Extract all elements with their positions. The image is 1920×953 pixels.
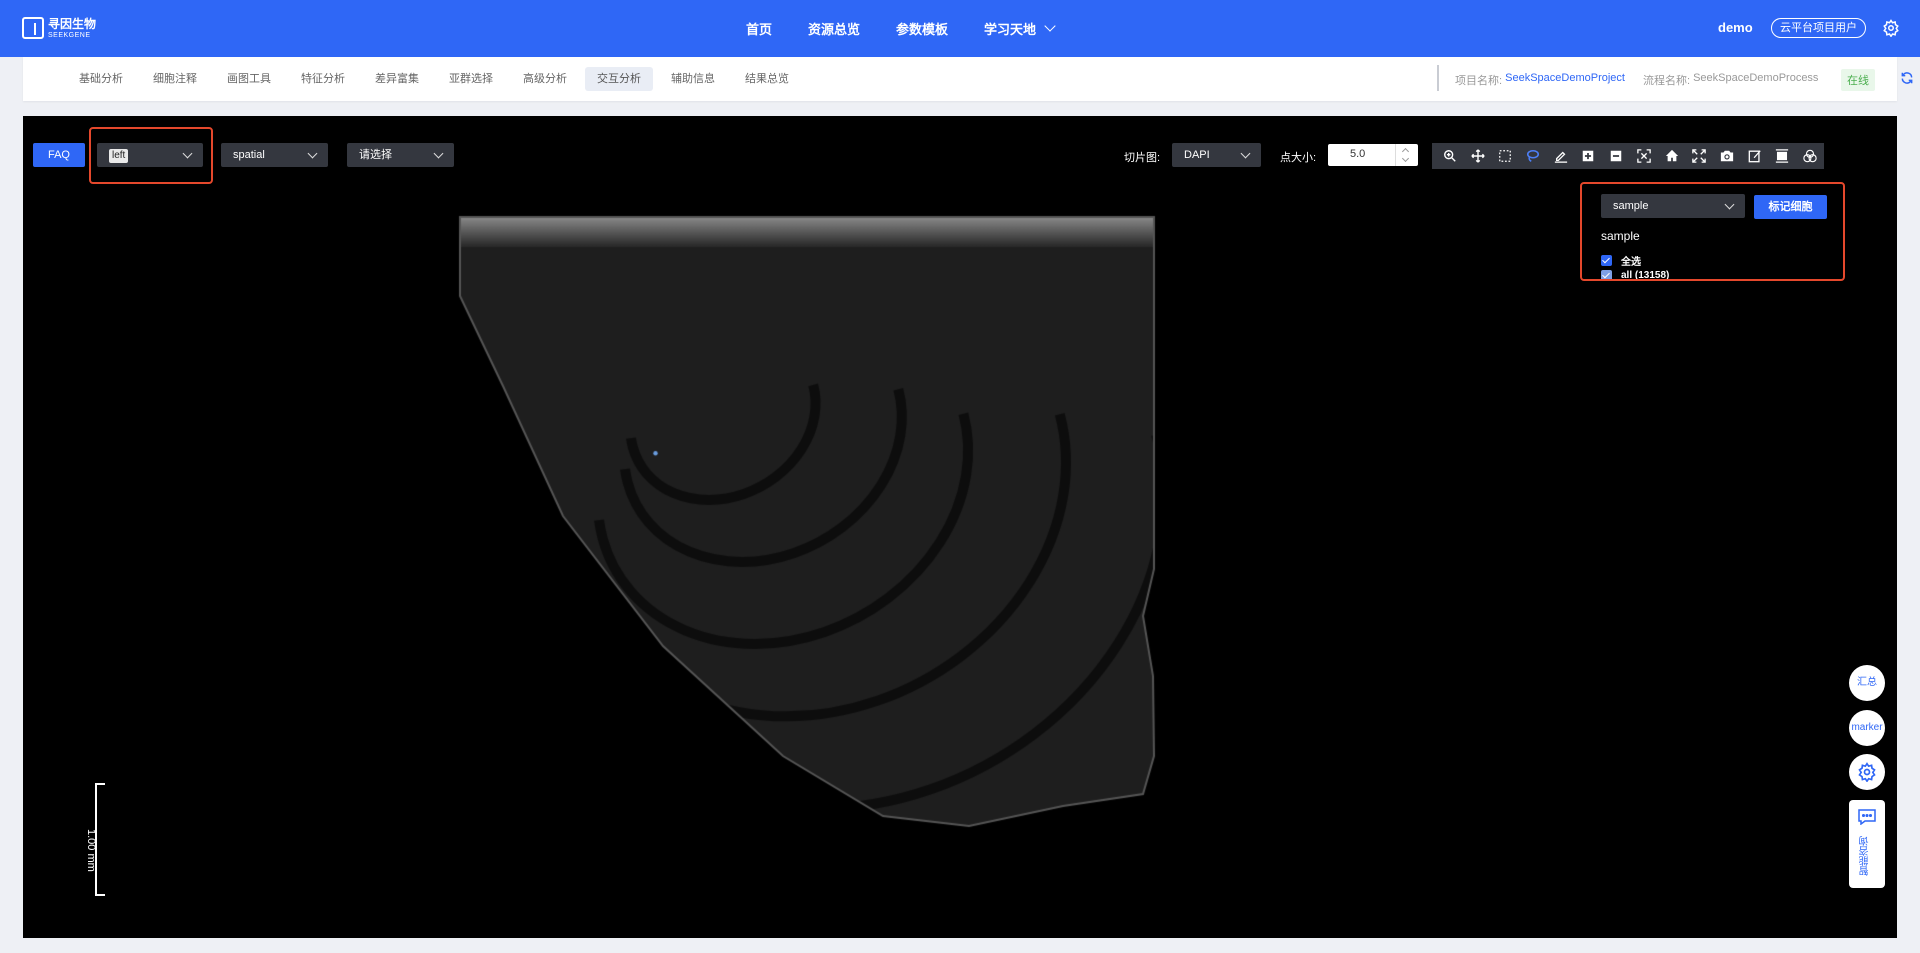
edit-icon[interactable] — [1741, 143, 1769, 169]
tab-basic-analysis[interactable]: 基础分析 — [67, 67, 135, 91]
settings-gear-icon[interactable] — [1882, 19, 1900, 37]
faq-button[interactable]: FAQ — [33, 143, 85, 167]
user-role-badge: 云平台项目用户 — [1771, 18, 1866, 38]
draw-icon[interactable] — [1547, 143, 1575, 169]
slice-label: 切片图: — [1124, 152, 1161, 164]
brand-name-en: SEEKGENE — [48, 31, 91, 39]
plot-toolbar — [1432, 143, 1824, 169]
brand-logo[interactable]: 寻因生物 SEEKGENE — [22, 15, 96, 41]
slice-select-value: DAPI — [1184, 149, 1210, 161]
scale-bar-label: 1.00 mm — [85, 829, 97, 872]
tab-cell-annotation[interactable]: 细胞注释 — [141, 67, 209, 91]
chat-icon — [1858, 809, 1876, 825]
chevron-down-icon — [1044, 20, 1056, 32]
chevron-down-icon — [433, 148, 444, 159]
tab-auxiliary-info[interactable]: 辅助信息 — [659, 67, 727, 91]
status-badge: 在线 — [1841, 69, 1875, 91]
tab-diff-enrichment[interactable]: 差异富集 — [363, 67, 431, 91]
marker-button[interactable]: marker — [1849, 710, 1885, 746]
embedding-select-value: spatial — [233, 149, 265, 161]
user-name[interactable]: demo — [1718, 20, 1753, 35]
analysis-tabs-bar: 基础分析 细胞注释 画图工具 特征分析 差异富集 亚群选择 高级分析 交互分析 … — [23, 57, 1913, 101]
highlight-box — [89, 127, 213, 184]
lasso-select-icon[interactable] — [1519, 143, 1547, 169]
process-name: SeekSpaceDemoProcess — [1693, 72, 1819, 84]
autoscale-icon[interactable] — [1769, 143, 1797, 169]
spatial-viewer[interactable]: FAQ left spatial 请选择 切片图: DAPI 点大小: 5.0 — [23, 116, 1897, 938]
process-name-label: 流程名称: — [1642, 75, 1691, 87]
nav-resources[interactable]: 资源总览 — [808, 19, 860, 38]
group-select[interactable]: 请选择 — [347, 143, 454, 167]
tab-feature-analysis[interactable]: 特征分析 — [289, 67, 357, 91]
home-icon[interactable] — [1658, 143, 1686, 169]
venn-icon[interactable] — [1796, 143, 1824, 169]
highlight-box — [1580, 182, 1845, 281]
project-info: 项目名称: SeekSpaceDemoProject 流程名称: SeekSpa… — [1455, 72, 1818, 88]
logo-icon — [22, 17, 44, 39]
refresh-icon[interactable] — [1900, 71, 1914, 85]
chevron-down-icon — [307, 148, 318, 159]
main-nav: 首页 资源总览 参数模板 学习天地 — [746, 0, 1090, 57]
box-select-icon[interactable] — [1491, 143, 1519, 169]
summary-button[interactable]: 汇总 — [1849, 665, 1885, 701]
slice-select[interactable]: DAPI — [1172, 143, 1261, 167]
nav-learning[interactable]: 学习天地 — [984, 19, 1056, 38]
pan-icon[interactable] — [1464, 143, 1492, 169]
embedding-select[interactable]: spatial — [221, 143, 328, 167]
brand-name-cn: 寻因生物 — [48, 16, 97, 31]
group-select-placeholder: 请选择 — [359, 149, 392, 161]
fullscreen-icon[interactable] — [1685, 143, 1713, 169]
add-icon[interactable] — [1575, 143, 1603, 169]
project-name[interactable]: SeekSpaceDemoProject — [1505, 72, 1625, 88]
tab-plot-tools[interactable]: 画图工具 — [215, 67, 283, 91]
tab-interactive-analysis[interactable]: 交互分析 — [585, 67, 653, 91]
zoom-in-icon[interactable] — [1436, 143, 1464, 169]
smart-consult-button[interactable]: 智能咨询 — [1849, 800, 1885, 888]
point-size-value: 5.0 — [1350, 148, 1366, 160]
nav-home[interactable]: 首页 — [746, 19, 772, 38]
remove-icon[interactable] — [1602, 143, 1630, 169]
camera-icon[interactable] — [1713, 143, 1741, 169]
project-name-label: 项目名称: — [1455, 75, 1503, 87]
reset-axes-icon[interactable] — [1630, 143, 1658, 169]
nav-learning-label: 学习天地 — [984, 22, 1037, 37]
top-navbar: 寻因生物 SEEKGENE 首页 资源总览 参数模板 学习天地 demo 云平台… — [0, 0, 1920, 57]
settings-button[interactable] — [1849, 754, 1885, 790]
smart-consult-label: 智能咨询 — [1860, 836, 1871, 876]
point-size-stepper[interactable] — [1395, 144, 1418, 166]
nav-param-templates[interactable]: 参数模板 — [896, 19, 948, 38]
chevron-down-icon — [1240, 148, 1251, 159]
divider — [1437, 65, 1439, 91]
point-size-input[interactable]: 5.0 — [1328, 144, 1418, 166]
tab-results-overview[interactable]: 结果总览 — [733, 67, 801, 91]
analysis-tabs: 基础分析 细胞注释 画图工具 特征分析 差异富集 亚群选择 高级分析 交互分析 … — [67, 67, 807, 91]
gear-icon — [1858, 762, 1876, 783]
point-size-label: 点大小: — [1280, 152, 1317, 164]
tab-advanced-analysis[interactable]: 高级分析 — [511, 67, 579, 91]
tab-subcluster[interactable]: 亚群选择 — [437, 67, 505, 91]
